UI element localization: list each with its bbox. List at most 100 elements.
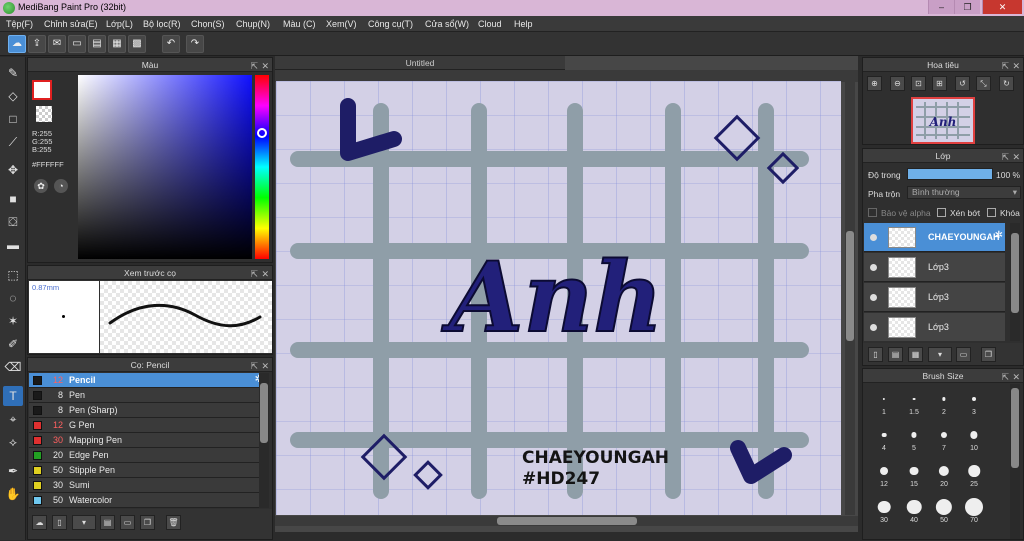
blend-mode-select[interactable]: Bình thường ▾ [907, 186, 1021, 199]
hscroll-thumb[interactable] [497, 517, 637, 525]
menu-cloud[interactable]: Cloud [478, 19, 502, 29]
popout-icon[interactable]: ⇱ [1001, 150, 1009, 164]
eyedropper-icon[interactable]: ✒ [3, 461, 23, 481]
brush-size-cell[interactable]: 20 [929, 458, 959, 488]
brush-size-cell[interactable]: 15 [899, 458, 929, 488]
brush-list-item[interactable]: 50 Stipple Pen [29, 463, 269, 478]
palette-icon[interactable]: ✿ [34, 179, 48, 193]
scroll-thumb[interactable] [260, 383, 268, 443]
canvas[interactable]: Anh CHAEYOUNGAH #HD247 [276, 81, 841, 515]
move-tool-icon[interactable]: ✥ [3, 160, 23, 180]
brush-size-cell[interactable]: 10 [959, 422, 989, 452]
menu-layer[interactable]: Lớp(L) [106, 19, 133, 29]
menu-window[interactable]: Cửa sổ(W) [425, 19, 469, 29]
popout-icon[interactable]: ⇱ [250, 359, 258, 373]
select-tool-icon[interactable]: ⬚ [3, 265, 23, 285]
duplicate-layer-icon[interactable]: ❐ [981, 347, 996, 362]
brush-size-cell[interactable]: 2 [929, 386, 959, 416]
new-layer-icon[interactable]: ▯ [868, 347, 883, 362]
brush-size-cell[interactable]: 7 [929, 422, 959, 452]
menu-edit[interactable]: Chỉnh sửa(E) [44, 19, 98, 29]
popout-icon[interactable]: ⇱ [1001, 59, 1009, 73]
brush-size-cell[interactable]: 50 [929, 494, 959, 524]
select-eraser-icon[interactable]: ⌫ [3, 357, 23, 377]
actual-size-icon[interactable]: ⊞ [932, 76, 947, 91]
brush-size-cell[interactable]: 25 [959, 458, 989, 488]
gradient-tool-icon[interactable]: ▬ [3, 235, 23, 255]
brush-size-cell[interactable]: 1 [869, 386, 899, 416]
close-panel-icon[interactable]: ✕ [261, 59, 269, 73]
new-brush-icon[interactable]: ▯ [52, 515, 67, 530]
visibility-icon[interactable] [870, 264, 877, 271]
rect-tool-icon[interactable]: ■ [3, 189, 23, 209]
menu-capture[interactable]: Chụp(N) [236, 19, 270, 29]
share-icon[interactable]: ⇪ [28, 35, 46, 53]
canvas-hscrollbar[interactable] [275, 516, 858, 526]
popout-icon[interactable]: ⇱ [1001, 370, 1009, 384]
document-tab[interactable]: Untitled [275, 56, 565, 70]
hue-slider[interactable] [255, 75, 269, 259]
foreground-color-swatch[interactable] [32, 80, 52, 100]
close-panel-icon[interactable]: ✕ [1012, 59, 1020, 73]
opacity-slider[interactable] [907, 168, 993, 180]
fit-screen-icon[interactable]: ⊡ [911, 76, 926, 91]
folder-icon[interactable]: ▭ [956, 347, 971, 362]
close-panel-icon[interactable]: ✕ [1012, 150, 1020, 164]
cloud-icon[interactable]: ☁ [8, 35, 26, 53]
scroll-thumb[interactable] [1011, 388, 1019, 468]
brush-list-item[interactable]: 20 Edge Pen [29, 448, 269, 463]
grid-icon[interactable]: ▩ [128, 35, 146, 53]
brush-list-item[interactable]: 30 Sumi [29, 478, 269, 493]
brush-size-cell[interactable]: 40 [899, 494, 929, 524]
menu-tools[interactable]: Công cụ(T) [368, 19, 413, 29]
chat-icon[interactable]: ▭ [68, 35, 86, 53]
menu-file[interactable]: Tệp(F) [6, 19, 33, 29]
add-layer-menu-icon[interactable]: ▾ [928, 347, 952, 362]
dot-tool-icon[interactable]: □ [3, 109, 23, 129]
brush-size-cell[interactable]: 1.5 [899, 386, 929, 416]
brush-size-cell[interactable]: 3 [959, 386, 989, 416]
rotate-right-icon[interactable]: ⤡ [976, 76, 991, 91]
close-panel-icon[interactable]: ✕ [1012, 370, 1020, 384]
trash-icon[interactable]: 🗑 [166, 515, 181, 530]
lock-checkbox[interactable] [987, 208, 996, 217]
close-button[interactable]: ✕ [982, 0, 1022, 14]
zoom-in-icon[interactable]: ⊕ [867, 76, 882, 91]
scroll-thumb[interactable] [1011, 233, 1019, 313]
folder-icon[interactable]: ▭ [120, 515, 135, 530]
minimize-button[interactable]: – [928, 0, 954, 14]
popout-icon[interactable]: ⇱ [250, 267, 258, 281]
canvas-vscrollbar[interactable] [845, 81, 855, 515]
background-color-swatch[interactable] [36, 106, 52, 122]
visibility-icon[interactable] [870, 324, 877, 331]
menu-help[interactable]: Help [514, 19, 533, 29]
duplicate-icon[interactable]: ❐ [140, 515, 155, 530]
rotate-left-icon[interactable]: ↺ [955, 76, 970, 91]
visibility-icon[interactable] [870, 234, 877, 241]
rotate-reset-icon[interactable]: ↻ [999, 76, 1014, 91]
hand-tool-icon[interactable]: ✋ [3, 484, 23, 504]
page-icon[interactable]: ▤ [88, 35, 106, 53]
lasso-tool-icon[interactable]: ◌ [3, 288, 23, 308]
undo-icon[interactable]: ↶ [162, 35, 180, 53]
brush-list-item[interactable]: 8 Pen [29, 388, 269, 403]
navigator-thumbnail[interactable]: Anh [911, 97, 975, 144]
maximize-button[interactable]: ❐ [954, 0, 980, 14]
brush-size-scrollbar[interactable] [1010, 384, 1020, 539]
divide-tool-icon[interactable]: ⟡ [3, 432, 23, 452]
brush-list-item[interactable]: 8 Pen (Sharp) [29, 403, 269, 418]
popout-icon[interactable]: ⇱ [250, 59, 258, 73]
eraser-tool-icon[interactable]: ◇ [3, 86, 23, 106]
color-history-icon[interactable]: ◔ [54, 179, 68, 193]
menu-color[interactable]: Màu (C) [283, 19, 316, 29]
brush-list-item[interactable]: 12Pencil✲ [29, 373, 269, 388]
gear-icon[interactable]: ✲ [995, 230, 1003, 241]
menu-view[interactable]: Xem(V) [326, 19, 357, 29]
vscroll-thumb[interactable] [846, 231, 854, 341]
text-tool-icon[interactable]: T [3, 386, 23, 406]
select-pen-icon[interactable]: ✐ [3, 334, 23, 354]
menu-filter[interactable]: Bộ lọc(R) [143, 19, 181, 29]
operation-tool-icon[interactable]: ⌖ [3, 409, 23, 429]
close-panel-icon[interactable]: ✕ [261, 267, 269, 281]
redo-icon[interactable]: ↷ [186, 35, 204, 53]
